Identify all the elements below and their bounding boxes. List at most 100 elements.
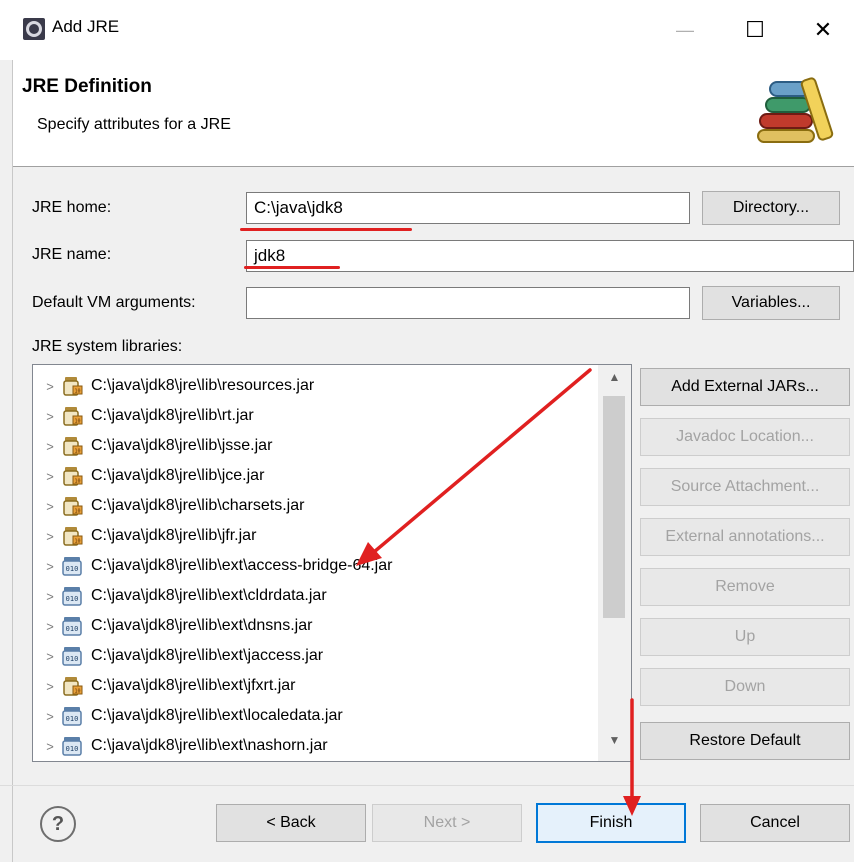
svg-text:010: 010 [66, 745, 79, 753]
help-icon[interactable]: ? [40, 806, 76, 842]
cancel-button[interactable]: Cancel [700, 804, 850, 842]
binary-jar-icon: 010 [62, 707, 82, 726]
library-row[interactable]: >010 C:\java\jdk8\jre\lib\ext\localedata.… [33, 701, 593, 731]
jar-icon: 10 [63, 467, 83, 486]
javadoc-location-button[interactable]: Javadoc Location... [640, 418, 850, 456]
scrollbar-thumb[interactable] [603, 396, 625, 618]
library-path: C:\java\jdk8\jre\lib\ext\nashorn.jar [91, 737, 328, 754]
library-path: C:\java\jdk8\jre\lib\jce.jar [91, 467, 265, 484]
source-attachment-button[interactable]: Source Attachment... [640, 468, 850, 506]
jre-name-label: JRE name: [32, 246, 112, 263]
expand-chevron-icon[interactable]: > [39, 679, 61, 694]
library-row[interactable]: >10 C:\java\jdk8\jre\lib\jfr.jar [33, 521, 593, 551]
svg-text:010: 010 [66, 565, 79, 573]
library-row[interactable]: >010 C:\java\jdk8\jre\lib\ext\jaccess.jar [33, 641, 593, 671]
eclipse-icon [23, 18, 45, 40]
svg-text:10: 10 [74, 419, 80, 425]
jre-home-label: JRE home: [32, 199, 112, 216]
svg-text:010: 010 [66, 655, 79, 663]
minimize-button[interactable]: — [662, 10, 708, 50]
svg-text:10: 10 [74, 509, 80, 515]
window-left-border [0, 60, 13, 862]
svg-text:10: 10 [74, 389, 80, 395]
page-title: JRE Definition [22, 76, 152, 97]
library-path: C:\java\jdk8\jre\lib\jfr.jar [91, 527, 257, 544]
library-row[interactable]: >10 C:\java\jdk8\jre\lib\resources.jar [33, 371, 593, 401]
jar-icon: 10 [63, 377, 83, 396]
vm-args-input[interactable] [246, 287, 690, 319]
library-row[interactable]: >010 C:\java\jdk8\jre\lib\ext\access-brid… [33, 551, 593, 581]
library-path: C:\java\jdk8\jre\lib\ext\cldrdata.jar [91, 587, 327, 604]
jre-home-input[interactable]: C:\java\jdk8 [246, 192, 690, 224]
up-button[interactable]: Up [640, 618, 850, 656]
library-path: C:\java\jdk8\jre\lib\ext\jfxrt.jar [91, 677, 296, 694]
page-subtitle: Specify attributes for a JRE [37, 116, 231, 133]
library-path: C:\java\jdk8\jre\lib\rt.jar [91, 407, 254, 424]
books-icon [757, 77, 834, 143]
svg-text:010: 010 [66, 715, 79, 723]
scroll-down-arrow-icon[interactable]: ▼ [598, 733, 631, 757]
title-bar [0, 0, 854, 60]
jar-icon: 10 [63, 497, 83, 516]
close-button[interactable]: ✕ [800, 10, 846, 50]
expand-chevron-icon[interactable]: > [39, 439, 61, 454]
library-path: C:\java\jdk8\jre\lib\ext\localedata.jar [91, 707, 343, 724]
library-row[interactable]: >010 C:\java\jdk8\jre\lib\ext\dnsns.jar [33, 611, 593, 641]
finish-button[interactable]: Finish [536, 803, 686, 843]
add-external-jars-button[interactable]: Add External JARs... [640, 368, 850, 406]
binary-jar-icon: 010 [62, 617, 82, 636]
binary-jar-icon: 010 [62, 647, 82, 666]
svg-text:010: 010 [66, 595, 79, 603]
expand-chevron-icon[interactable]: > [39, 409, 61, 424]
library-row[interactable]: >010 C:\java\jdk8\jre\lib\ext\nashorn.jar [33, 731, 593, 761]
back-button[interactable]: < Back [216, 804, 366, 842]
library-row[interactable]: >10 C:\java\jdk8\jre\lib\charsets.jar [33, 491, 593, 521]
svg-text:10: 10 [74, 539, 80, 545]
footer-separator [0, 785, 854, 786]
library-path: C:\java\jdk8\jre\lib\ext\access-bridge-6… [91, 557, 393, 574]
library-path: C:\java\jdk8\jre\lib\ext\jaccess.jar [91, 647, 324, 664]
library-path: C:\java\jdk8\jre\lib\charsets.jar [91, 497, 305, 514]
down-button[interactable]: Down [640, 668, 850, 706]
expand-chevron-icon[interactable]: > [39, 709, 61, 724]
restore-default-button[interactable]: Restore Default [640, 722, 850, 760]
expand-chevron-icon[interactable]: > [39, 559, 61, 574]
annotation-underline-name [244, 266, 340, 269]
expand-chevron-icon[interactable]: > [39, 379, 61, 394]
svg-text:10: 10 [74, 479, 80, 485]
svg-text:010: 010 [66, 625, 79, 633]
external-annotations-button[interactable]: External annotations... [640, 518, 850, 556]
binary-jar-icon: 010 [62, 737, 82, 756]
libraries-label: JRE system libraries: [32, 338, 183, 355]
window-title: Add JRE [52, 17, 120, 36]
jar-icon: 10 [63, 677, 83, 696]
maximize-button[interactable]: ☐ [732, 10, 778, 50]
library-path: C:\java\jdk8\jre\lib\resources.jar [91, 377, 315, 394]
annotation-underline-home [240, 228, 412, 231]
library-row[interactable]: >10 C:\java\jdk8\jre\lib\ext\jfxrt.jar [33, 671, 593, 701]
next-button[interactable]: Next > [372, 804, 522, 842]
scroll-up-arrow-icon[interactable]: ▲ [598, 370, 631, 394]
expand-chevron-icon[interactable]: > [39, 739, 61, 754]
directory-button[interactable]: Directory... [702, 191, 840, 225]
svg-text:10: 10 [74, 449, 80, 455]
expand-chevron-icon[interactable]: > [39, 649, 61, 664]
binary-jar-icon: 010 [62, 587, 82, 606]
library-row[interactable]: >010 C:\java\jdk8\jre\lib\ext\cldrdata.ja… [33, 581, 593, 611]
jar-icon: 10 [63, 407, 83, 426]
jar-icon: 10 [63, 437, 83, 456]
vm-args-label: Default VM arguments: [32, 294, 196, 311]
libraries-tree[interactable]: >10 C:\java\jdk8\jre\lib\resources.jar >10… [32, 364, 632, 762]
library-row[interactable]: >10 C:\java\jdk8\jre\lib\rt.jar [33, 401, 593, 431]
expand-chevron-icon[interactable]: > [39, 469, 61, 484]
variables-button[interactable]: Variables... [702, 286, 840, 320]
expand-chevron-icon[interactable]: > [39, 619, 61, 634]
expand-chevron-icon[interactable]: > [39, 499, 61, 514]
expand-chevron-icon[interactable]: > [39, 529, 61, 544]
expand-chevron-icon[interactable]: > [39, 589, 61, 604]
remove-button[interactable]: Remove [640, 568, 850, 606]
jar-icon: 10 [63, 527, 83, 546]
svg-text:10: 10 [74, 689, 80, 695]
library-row[interactable]: >10 C:\java\jdk8\jre\lib\jce.jar [33, 461, 593, 491]
library-row[interactable]: >10 C:\java\jdk8\jre\lib\jsse.jar [33, 431, 593, 461]
